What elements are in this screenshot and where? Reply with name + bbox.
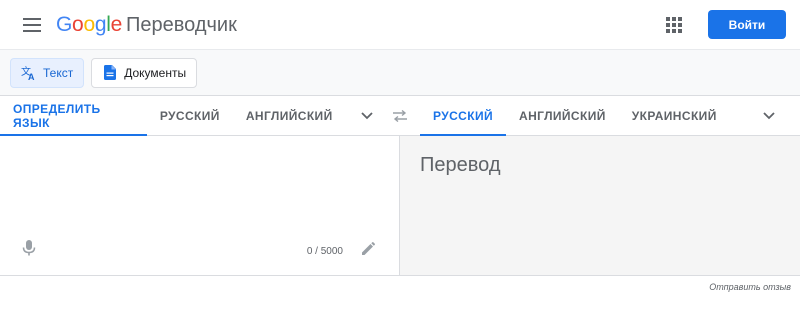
documents-mode-button[interactable]: Документы bbox=[91, 57, 198, 88]
microphone-icon[interactable] bbox=[20, 239, 38, 257]
character-counter: 0 / 5000 bbox=[306, 246, 343, 257]
send-feedback-link[interactable]: Отправить отзыв bbox=[0, 276, 800, 292]
source-language-tabs: ОПРЕДЕЛИТЬ ЯЗЫК РУССКИЙ АНГЛИЙСКИЙ bbox=[0, 96, 380, 136]
source-text-input[interactable]: 0 / 5000 bbox=[0, 136, 400, 275]
source-more-languages-chevron-down-icon[interactable] bbox=[354, 96, 380, 135]
translate-icon: 文A bbox=[21, 65, 37, 81]
app-logo[interactable]: Google Переводчик bbox=[56, 13, 237, 37]
text-mode-label: Текст bbox=[43, 65, 74, 80]
hamburger-menu-icon[interactable] bbox=[20, 13, 44, 37]
tab-target-ukrainian[interactable]: УКРАИНСКИЙ bbox=[619, 96, 730, 135]
google-logo: Google bbox=[56, 12, 122, 36]
tab-target-english[interactable]: АНГЛИЙСКИЙ bbox=[506, 96, 619, 135]
mode-bar: 文A Текст Документы bbox=[0, 50, 800, 96]
login-button[interactable]: Войти bbox=[708, 10, 786, 39]
target-language-tabs: РУССКИЙ АНГЛИЙСКИЙ УКРАИНСКИЙ bbox=[420, 96, 783, 136]
pencil-icon[interactable] bbox=[361, 242, 377, 258]
document-icon bbox=[102, 65, 118, 81]
apps-grid-icon[interactable] bbox=[662, 13, 686, 37]
tab-target-russian[interactable]: РУССКИЙ bbox=[420, 96, 507, 136]
svg-text:A: A bbox=[28, 72, 35, 81]
documents-mode-label: Документы bbox=[124, 65, 187, 80]
translation-panels: 0 / 5000 Перевод bbox=[0, 136, 800, 276]
translation-placeholder: Перевод bbox=[420, 154, 501, 176]
target-more-languages-chevron-down-icon[interactable] bbox=[755, 96, 783, 135]
app-header: Google Переводчик Войти bbox=[0, 0, 800, 49]
tab-source-russian[interactable]: РУССКИЙ bbox=[147, 96, 233, 135]
tab-detect-language[interactable]: ОПРЕДЕЛИТЬ ЯЗЫК bbox=[0, 96, 147, 136]
swap-languages-icon[interactable] bbox=[380, 96, 420, 135]
translation-output: Перевод bbox=[400, 136, 800, 275]
product-name: Переводчик bbox=[125, 13, 237, 36]
text-mode-button[interactable]: 文A Текст bbox=[10, 57, 85, 88]
language-bar: ОПРЕДЕЛИТЬ ЯЗЫК РУССКИЙ АНГЛИЙСКИЙ РУССК… bbox=[0, 96, 800, 136]
tab-source-english[interactable]: АНГЛИЙСКИЙ bbox=[233, 96, 346, 135]
